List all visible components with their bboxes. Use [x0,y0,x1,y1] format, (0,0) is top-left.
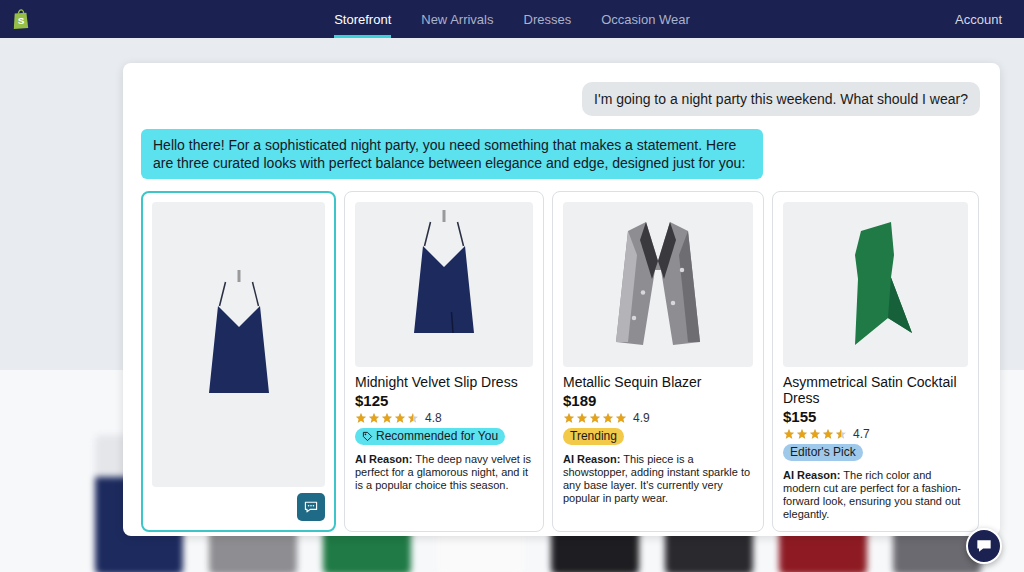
account-link[interactable]: Account [955,12,1002,27]
product-image [152,202,325,487]
rating: 4.8 [355,410,533,426]
chat-icon [974,536,994,556]
product-image-icon [369,210,519,360]
ai-reason: AI Reason: The deep navy velvet is perfe… [355,453,533,492]
top-nav: S Storefront New Arrivals Dresses Occasion W… [0,0,1024,38]
star-icon [835,428,847,440]
product-badge: Editor's Pick [783,444,863,461]
dress-image-icon [164,270,314,420]
product-price: $189 [563,391,753,410]
star-icon [381,412,393,424]
storefront-page: S Storefront New Arrivals Dresses Occasion W… [0,0,1024,572]
product-image [355,202,533,367]
chat-panel: I'm going to a night party this weekend.… [123,63,1000,536]
nav-link[interactable]: New Arrivals [421,0,493,38]
product-price: $125 [355,391,533,410]
svg-text:S: S [18,15,25,26]
star-icon [783,428,795,440]
shopify-logo-icon[interactable]: S [12,8,30,30]
product-card[interactable]: Metallic Sequin Blazer$1894.9 Trending AI… [552,191,764,532]
product-image [783,202,968,367]
product-badge: Trending [563,428,624,445]
star-icon [796,428,808,440]
nav-link[interactable]: Dresses [524,0,572,38]
rating-value: 4.7 [853,427,870,441]
chat-button[interactable] [297,493,325,521]
rating-value: 4.9 [633,411,650,425]
star-icon [822,428,834,440]
chat-bubble-icon [303,499,319,515]
star-icon [615,412,627,424]
chat-launcher-button[interactable] [966,528,1002,564]
assistant-message: Hello there! For a sophisticated night p… [141,129,763,179]
preview-card[interactable] [141,191,336,532]
star-icon [576,412,588,424]
rating: 4.9 [563,410,753,426]
product-badge: Recommended for You [355,428,505,445]
star-icon [809,428,821,440]
nav-link[interactable]: Storefront [334,0,391,38]
product-price: $155 [783,407,968,426]
tag-icon [362,431,373,442]
star-icon [355,412,367,424]
product-image [563,202,753,367]
star-icon [589,412,601,424]
rating: 4.7 [783,426,968,442]
star-icon [368,412,380,424]
ai-reason: AI Reason: The rich color and modern cut… [783,469,968,521]
product-image-icon [583,210,733,360]
product-card[interactable]: Midnight Velvet Slip Dress$1254.8 Recomm… [344,191,544,532]
star-icon [394,412,406,424]
star-icon [602,412,614,424]
star-icon [563,412,575,424]
nav-links: Storefront New Arrivals Dresses Occasion We… [334,0,690,38]
product-card[interactable]: Asymmetrical Satin Cocktail Dress$1554.7… [772,191,979,532]
rating-value: 4.8 [425,411,442,425]
ai-reason: AI Reason: This piece is a showstopper, … [563,453,753,505]
product-name[interactable]: Midnight Velvet Slip Dress [355,374,533,390]
nav-link[interactable]: Occasion Wear [601,0,690,38]
star-icon [407,412,419,424]
product-name[interactable]: Asymmetrical Satin Cocktail Dress [783,374,968,406]
product-cards: Midnight Velvet Slip Dress$1254.8 Recomm… [141,191,980,532]
user-message: I'm going to a night party this weekend.… [582,82,980,116]
product-name[interactable]: Metallic Sequin Blazer [563,374,753,390]
product-image-icon [801,210,951,360]
